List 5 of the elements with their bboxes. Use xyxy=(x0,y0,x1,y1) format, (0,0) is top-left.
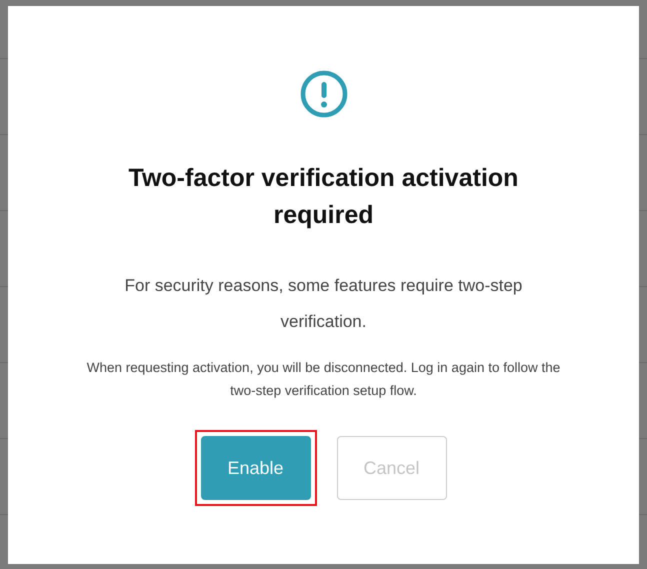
exclamation-icon xyxy=(300,70,348,118)
enable-button[interactable]: Enable xyxy=(200,436,310,500)
dialog-title: Two-factor verification activation required xyxy=(128,163,520,231)
dialog-note: When requesting activation, you will be disconnected. Log in again to follow the two-step verification setup flow. xyxy=(86,359,562,400)
dialog-message: For security reasons, some features require two-step verification. xyxy=(124,275,524,333)
